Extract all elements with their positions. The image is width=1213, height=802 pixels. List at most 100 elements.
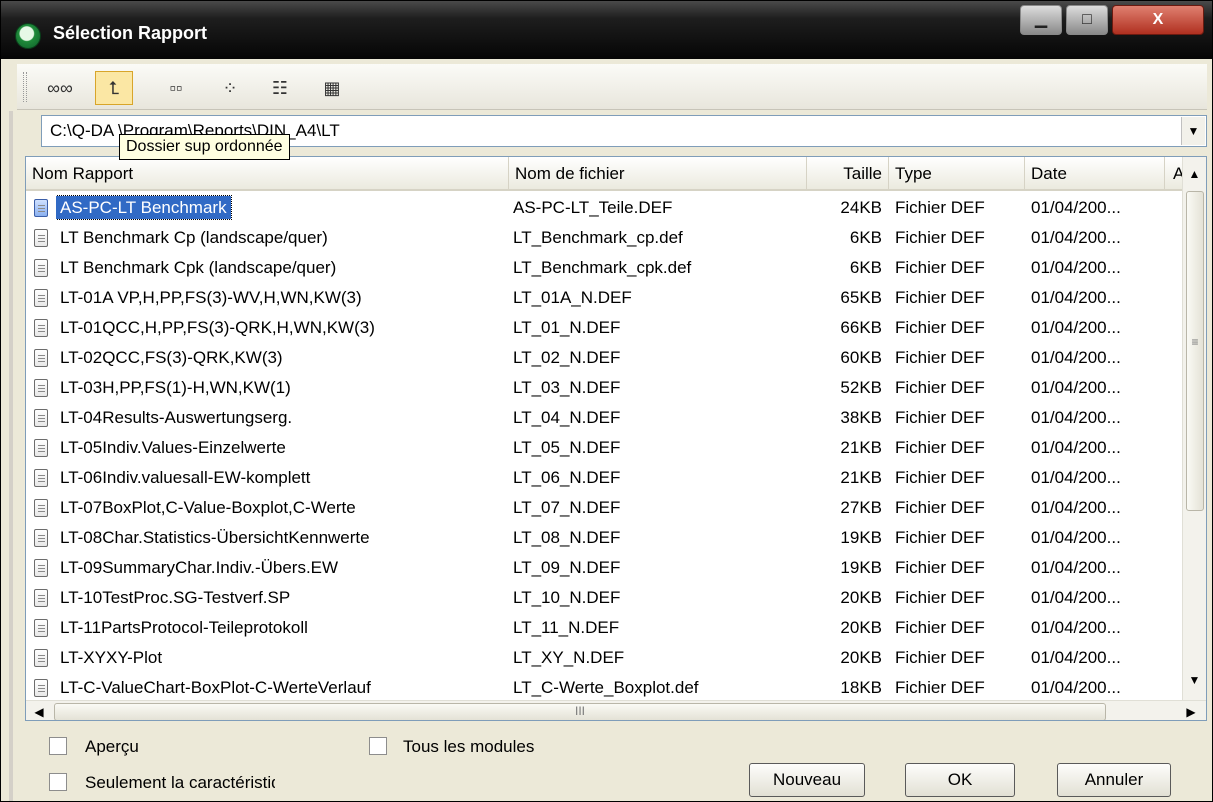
type-cell: Fichier DEF [895, 378, 985, 397]
report-name-cell: LT-09SummaryChar.Indiv.-Übers.EW [56, 553, 506, 583]
type-cell: Fichier DEF [895, 648, 985, 667]
horizontal-scroll-thumb[interactable]: III [54, 703, 1106, 720]
glasses-icon[interactable]: ∞∞ [41, 71, 79, 105]
app-logo-icon [15, 23, 41, 49]
table-row[interactable]: LT-06Indiv.valuesall-EW-komplett LT_06_N.… [26, 463, 1182, 493]
path-dropdown-button[interactable]: ▼ [1181, 117, 1205, 145]
size-cell: 6KB [849, 228, 882, 247]
scroll-right-arrow-icon[interactable]: ▶ [1180, 701, 1202, 720]
type-cell: Fichier DEF [895, 528, 985, 547]
type-cell: Fichier DEF [895, 618, 985, 637]
table-row[interactable]: LT-02QCC,FS(3)-QRK,KW(3) LT_02_N.DEF 60KB F… [26, 343, 1182, 373]
list-view-icon[interactable]: ☷ [261, 71, 299, 105]
new-button[interactable]: Nouveau [749, 763, 865, 797]
file-name-cell: LT_05_N.DEF [513, 438, 621, 457]
column-header-type[interactable]: Type [889, 157, 1025, 191]
table-row[interactable]: LT-04Results-Auswertungserg. LT_04_N.DEF 3… [26, 403, 1182, 433]
table-row[interactable]: LT-03H,PP,FS(1)-H,WN,KW(1) LT_03_N.DEF 52K… [26, 373, 1182, 403]
date-cell: 01/04/200... [1031, 408, 1121, 427]
report-document-icon [34, 319, 48, 337]
date-cell: 01/04/200... [1031, 348, 1121, 367]
scroll-left-arrow-icon[interactable]: ◀ [28, 701, 50, 720]
report-selection-dialog: Sélection Rapport ▁ □ X ∞∞ ⮤ ▫▫ ⁘ ☷ ▦ C:… [0, 0, 1213, 802]
report-name-text: LT Benchmark Cpk (landscape/quer) [60, 258, 337, 277]
cancel-button[interactable]: Annuler [1057, 763, 1171, 797]
scroll-up-arrow-icon[interactable]: ▲ [1183, 163, 1206, 185]
table-row[interactable]: LT-10TestProc.SG-Testverf.SP LT_10_N.DEF 2… [26, 583, 1182, 613]
close-button[interactable]: X [1112, 5, 1204, 35]
table-row[interactable]: LT-C-ValueChart-BoxPlot-C-WerteVerlauf LT… [26, 673, 1182, 700]
size-cell: 66KB [840, 318, 882, 337]
all-modules-checkbox[interactable] [369, 737, 387, 755]
report-name-cell: LT-11PartsProtocol-Teileprotokoll [56, 613, 506, 643]
table-row[interactable]: LT-XYXY-Plot LT_XY_N.DEF 20KB Fichier DEF 01… [26, 643, 1182, 673]
report-name-cell: LT-06Indiv.valuesall-EW-komplett [56, 463, 506, 493]
current-characteristic-checkbox[interactable] [49, 773, 67, 791]
table-row[interactable]: LT-01A VP,H,PP,FS(3)-WV,H,WN,KW(3) LT_01A… [26, 283, 1182, 313]
table-row[interactable]: LT Benchmark Cp (landscape/quer) LT_Bench… [26, 223, 1182, 253]
column-header-file-name[interactable]: Nom de fichier [509, 157, 807, 191]
vertical-scroll-thumb[interactable]: ≡ [1186, 191, 1204, 511]
horizontal-scrollbar[interactable]: ◀ III ▶ [26, 700, 1206, 720]
all-modules-label: Tous les modules [403, 737, 535, 756]
size-cell: 65KB [840, 288, 882, 307]
ok-button[interactable]: OK [905, 763, 1015, 797]
report-name-text: LT-08Char.Statistics-ÜbersichtKennwerte [60, 528, 370, 547]
report-name-text: LT-10TestProc.SG-Testverf.SP [60, 588, 291, 607]
scroll-down-arrow-icon[interactable]: ▼ [1183, 669, 1206, 691]
size-cell: 60KB [840, 348, 882, 367]
size-cell: 21KB [840, 468, 882, 487]
table-row[interactable]: LT-08Char.Statistics-ÜbersichtKennwerte L… [26, 523, 1182, 553]
type-cell: Fichier DEF [895, 678, 985, 697]
table-row[interactable]: LT-09SummaryChar.Indiv.-Übers.EW LT_09_N.… [26, 553, 1182, 583]
date-cell: 01/04/200... [1031, 198, 1121, 217]
preview-checkbox[interactable] [49, 737, 67, 755]
report-document-icon [34, 199, 48, 217]
date-cell: 01/04/200... [1031, 528, 1121, 547]
report-document-icon [34, 649, 48, 667]
folder-up-icon[interactable]: ⮤ [95, 71, 133, 105]
report-name-text: LT-XYXY-Plot [60, 648, 163, 667]
vertical-scrollbar[interactable]: ▲ ≡ ▼ [1182, 157, 1206, 700]
maximize-button[interactable]: □ [1066, 5, 1108, 35]
details-view-icon[interactable]: ▦ [313, 71, 351, 105]
column-header-size[interactable]: Taille [807, 157, 889, 191]
file-name-cell: LT_02_N.DEF [513, 348, 621, 367]
tooltip: Dossier sup ordonnée [119, 134, 290, 160]
table-row[interactable]: LT-07BoxPlot,C-Value-Boxplot,C-Werte LT_0… [26, 493, 1182, 523]
list-rows: AS-PC-LT Benchmark AS-PC-LT_Teile.DEF 24KB… [26, 193, 1182, 700]
report-name-cell: LT-04Results-Auswertungserg. [56, 403, 506, 433]
table-row[interactable]: LT Benchmark Cpk (landscape/quer) LT_Benc… [26, 253, 1182, 283]
report-name-cell: LT-02QCC,FS(3)-QRK,KW(3) [56, 343, 506, 373]
table-row[interactable]: LT-11PartsProtocol-Teileprotokoll LT_11_N… [26, 613, 1182, 643]
type-cell: Fichier DEF [895, 558, 985, 577]
report-name-text: LT-04Results-Auswertungserg. [60, 408, 293, 427]
toolbar-grip[interactable] [23, 72, 27, 102]
size-cell: 27KB [840, 498, 882, 517]
table-row[interactable]: LT-01QCC,H,PP,FS(3)-QRK,H,WN,KW(3) LT_01_… [26, 313, 1182, 343]
file-name-cell: LT_04_N.DEF [513, 408, 621, 427]
date-cell: 01/04/200... [1031, 318, 1121, 337]
report-name-text: LT-06Indiv.valuesall-EW-komplett [60, 468, 311, 487]
report-name-text: LT-11PartsProtocol-Teileprotokoll [60, 618, 308, 637]
table-row[interactable]: LT-05Indiv.Values-Einzelwerte LT_05_N.DEF… [26, 433, 1182, 463]
window-left-border [9, 111, 13, 801]
file-name-cell: LT_08_N.DEF [513, 528, 621, 547]
report-name-cell: LT-01A VP,H,PP,FS(3)-WV,H,WN,KW(3) [56, 283, 506, 313]
column-header-date[interactable]: Date [1025, 157, 1165, 191]
column-header-report-name[interactable]: Nom Rapport [26, 157, 509, 191]
file-name-cell: LT_Benchmark_cp.def [513, 228, 683, 247]
report-document-icon [34, 559, 48, 577]
report-document-icon [34, 439, 48, 457]
title-bar[interactable]: Sélection Rapport ▁ □ X [1, 1, 1212, 59]
large-icons-view-icon[interactable]: ▫▫ [157, 71, 195, 105]
date-cell: 01/04/200... [1031, 498, 1121, 517]
minimize-button[interactable]: ▁ [1020, 5, 1062, 35]
report-document-icon [34, 349, 48, 367]
date-cell: 01/04/200... [1031, 258, 1121, 277]
file-name-cell: LT_Benchmark_cpk.def [513, 258, 692, 277]
report-name-text: LT-01QCC,H,PP,FS(3)-QRK,H,WN,KW(3) [60, 318, 375, 337]
report-name-text: LT-02QCC,FS(3)-QRK,KW(3) [60, 348, 283, 367]
small-icons-view-icon[interactable]: ⁘ [211, 71, 249, 105]
table-row[interactable]: AS-PC-LT Benchmark AS-PC-LT_Teile.DEF 24KB… [26, 193, 1182, 223]
